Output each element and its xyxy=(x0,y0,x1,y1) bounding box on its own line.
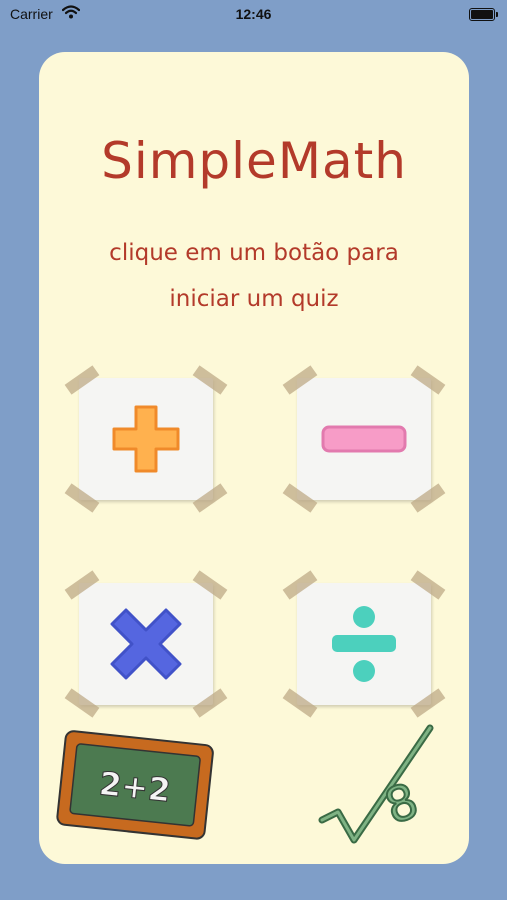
sqrt-digit: 8 xyxy=(378,773,426,836)
chalkboard-text: 2+2 xyxy=(97,764,172,809)
status-bar: Carrier 12:46 xyxy=(0,0,507,30)
instruction-text: clique em um botão para iniciar um quiz xyxy=(109,240,399,312)
square-root-icon: 8 xyxy=(318,724,434,844)
chalkboard-icon: 2+2 xyxy=(56,730,214,840)
minus-icon xyxy=(321,425,407,453)
clock: 12:46 xyxy=(235,6,272,22)
division-button[interactable] xyxy=(282,570,446,718)
addition-button[interactable] xyxy=(64,365,228,513)
multiply-icon xyxy=(110,608,182,680)
subtraction-button[interactable] xyxy=(282,365,446,513)
plus-icon xyxy=(112,405,180,473)
multiplication-button[interactable] xyxy=(64,570,228,718)
divide-icon xyxy=(332,606,396,682)
main-card: SimpleMath clique em um botão para inici… xyxy=(39,52,469,864)
battery-icon xyxy=(469,8,498,21)
app-title: SimpleMath xyxy=(101,132,407,190)
